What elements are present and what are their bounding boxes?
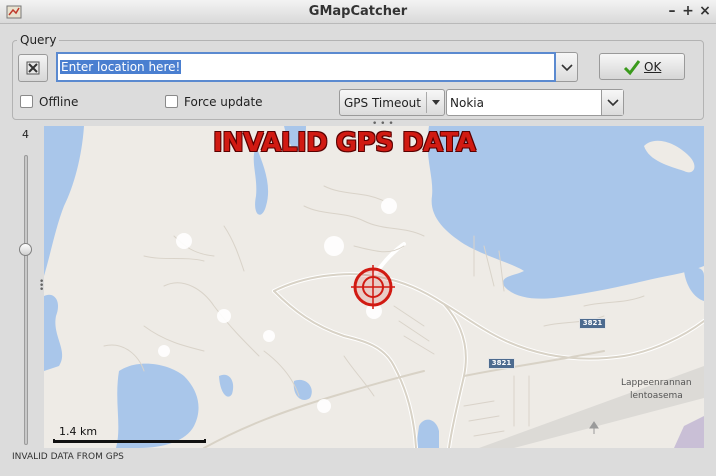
window-title: GMapCatcher xyxy=(308,4,408,19)
gps-timeout-label: GPS Timeout xyxy=(344,96,421,110)
map-view[interactable]: INVALID GPS DATA 3821 3821 Lappeenrannan… xyxy=(44,126,704,448)
chevron-down-icon xyxy=(432,100,440,105)
gps-timeout-combo[interactable]: GPS Timeout xyxy=(339,89,445,116)
location-input[interactable]: Enter location here! xyxy=(56,52,556,82)
close-button[interactable]: × xyxy=(697,3,713,19)
app-window: GMapCatcher – + × Query Enter location h… xyxy=(0,0,716,476)
minimize-button[interactable]: – xyxy=(664,3,680,19)
map-labels: Lappeenrannan lentoasema xyxy=(589,378,692,434)
force-update-checkbox[interactable] xyxy=(165,95,178,108)
offline-checkbox[interactable] xyxy=(20,95,33,108)
map-source-combo[interactable]: Nokia xyxy=(446,89,624,116)
zoom-slider-thumb[interactable] xyxy=(19,243,32,256)
ok-button-label: OK xyxy=(644,60,662,74)
airport-icon xyxy=(589,421,599,434)
map-source-dropdown-button[interactable] xyxy=(601,90,623,115)
query-frame-label: Query xyxy=(17,33,60,47)
scale-bar xyxy=(53,439,206,443)
scale-label: 1.4 km xyxy=(59,425,98,438)
check-icon xyxy=(623,60,641,76)
location-input-selected-text: Enter location here! xyxy=(60,60,182,74)
clear-location-button[interactable] xyxy=(18,54,48,82)
place-label: Lappeenrannan xyxy=(621,378,692,388)
map-source-value: Nokia xyxy=(450,96,484,110)
place-label: lentoasema xyxy=(630,391,683,401)
clear-icon xyxy=(26,61,40,75)
chevron-down-icon xyxy=(607,99,619,107)
status-bar-text: INVALID DATA FROM GPS xyxy=(12,452,124,462)
force-update-label[interactable]: Force update xyxy=(184,95,263,109)
location-history-dropdown[interactable] xyxy=(556,52,578,82)
ok-button[interactable]: OK xyxy=(599,53,685,80)
offline-label[interactable]: Offline xyxy=(39,95,78,109)
zoom-slider[interactable] xyxy=(24,155,28,445)
zoom-level-label: 4 xyxy=(22,128,29,141)
chevron-down-icon xyxy=(561,64,573,72)
title-bar[interactable]: GMapCatcher – + × xyxy=(0,0,716,24)
maximize-button[interactable]: + xyxy=(680,3,696,19)
